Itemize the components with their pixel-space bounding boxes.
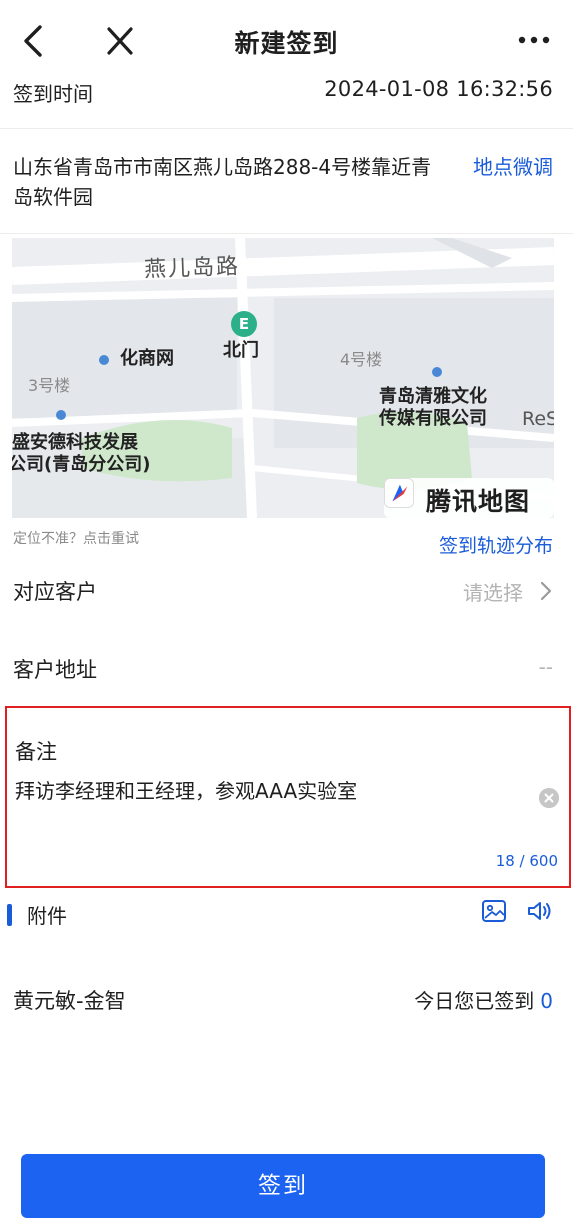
clear-icon[interactable] <box>539 788 559 808</box>
relocate-link[interactable]: 定位不准？点击重试 <box>13 528 139 548</box>
map-poi-dot <box>99 355 109 365</box>
more-horizontal-icon[interactable] <box>517 30 551 50</box>
note-char-count: 18 / 600 <box>495 852 558 870</box>
customer-label: 对应客户 <box>13 580 97 604</box>
checkin-time-label: 签到时间 <box>13 82 93 106</box>
map-poi-dot <box>432 367 442 377</box>
checkin-time-row: 签到时间 2024-01-08 16:32:56 <box>0 72 573 128</box>
today-checkin-label: 今日您已签到 <box>414 989 535 1013</box>
map-label-edge: ReS <box>522 408 554 430</box>
checkin-trail-link[interactable]: 签到轨迹分布 <box>439 531 553 558</box>
today-checkin-count: 0 <box>540 989 553 1013</box>
map-label-huashang: 化商网 <box>120 348 174 369</box>
map-label-qingya-1: 青岛清雅文化 <box>379 386 487 407</box>
customer-row[interactable]: 对应客户 请选择 <box>0 562 573 622</box>
divider <box>0 128 573 129</box>
map-brand-badge: 腾讯地图 <box>384 478 554 518</box>
checkin-time-value: 2024-01-08 16:32:56 <box>324 77 553 101</box>
location-adjust-link[interactable]: 地点微调 <box>473 152 553 182</box>
speaker-icon[interactable] <box>526 899 554 923</box>
attachments-label: 附件 <box>27 904 67 928</box>
map-brand-text: 腾讯地图 <box>426 487 531 516</box>
top-navigation-bar: 新建签到 <box>0 0 573 82</box>
note-input[interactable]: 拜访李经理和王经理，参观AAA实验室 <box>15 775 525 804</box>
metro-icon: E <box>231 311 257 337</box>
page-title: 新建签到 <box>234 29 339 58</box>
location-map[interactable]: 燕儿岛路 E 北门 化商网 3号楼 4号楼 青岛清雅文化 传媒有限公司 ReS … <box>12 238 554 518</box>
map-label-building-4: 4号楼 <box>340 350 383 369</box>
map-poi-dot <box>56 410 66 420</box>
divider <box>0 233 573 234</box>
section-marker <box>7 904 12 926</box>
checkin-submit-button[interactable]: 签到 <box>21 1154 545 1218</box>
customer-address-label: 客户地址 <box>13 658 97 682</box>
note-label: 备注 <box>15 740 57 764</box>
map-label-qingya-2: 传媒有限公司 <box>379 408 487 429</box>
customer-select[interactable]: 请选择 <box>463 577 523 606</box>
map-label-building-3: 3号楼 <box>28 376 71 395</box>
image-icon[interactable] <box>481 899 507 923</box>
map-label-shengan-1: 盛安德科技发展 <box>12 432 138 453</box>
customer-address-row: 客户地址 -- <box>0 640 573 700</box>
map-road-label: 燕儿岛路 <box>143 254 241 283</box>
checkin-address: 山东省青岛市市南区燕儿岛路288-4号楼靠近青岛软件园 <box>13 155 432 209</box>
chevron-right-icon <box>540 581 552 601</box>
map-label-north-gate: 北门 <box>223 340 259 361</box>
note-section: 备注 拜访李经理和王经理，参观AAA实验室 18 / 600 <box>5 706 571 888</box>
user-name: 黄元敏-金智 <box>13 989 126 1013</box>
today-checkin-info: 今日您已签到 0 <box>414 985 553 1014</box>
map-label-shengan-2: 公司(青岛分公司) <box>12 454 151 475</box>
map-roads <box>12 238 554 518</box>
customer-address-value: -- <box>538 655 553 679</box>
tencent-map-logo-icon <box>384 478 414 508</box>
